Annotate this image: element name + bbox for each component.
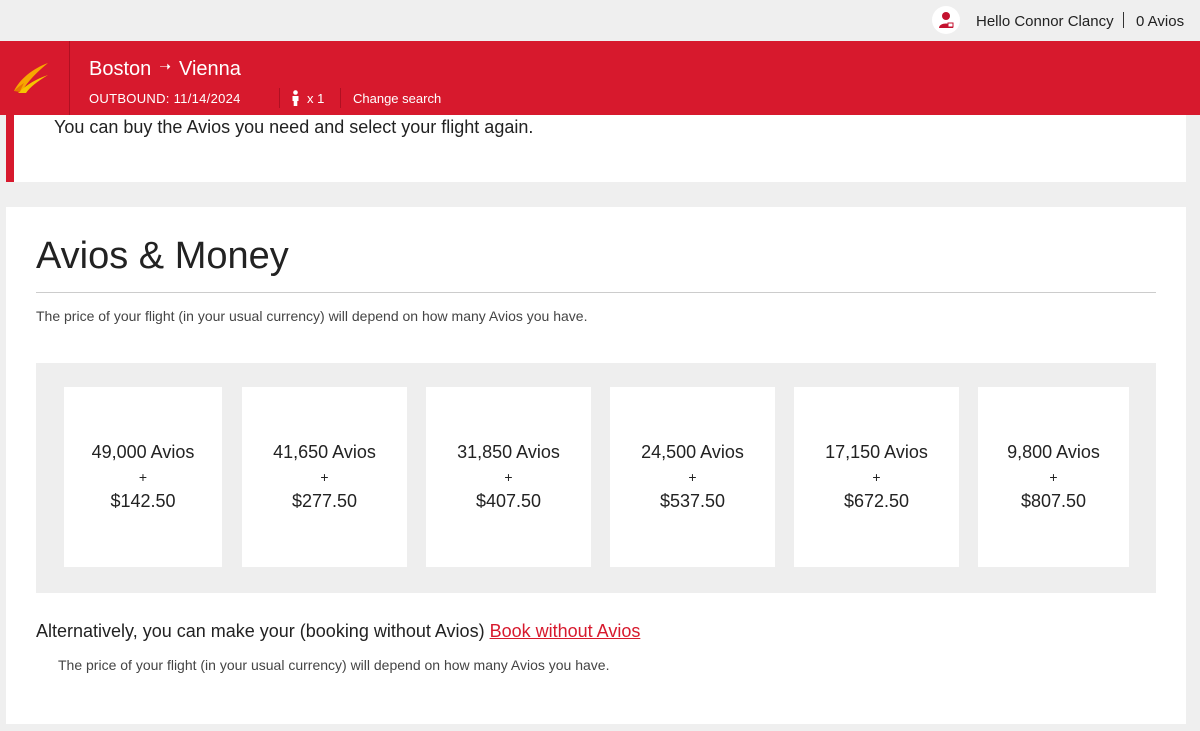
user-icon [939, 12, 954, 28]
price-option[interactable]: 49,000 Avios + $142.50 [64, 387, 222, 567]
price-options: 49,000 Avios + $142.50 41,650 Avios + $2… [36, 363, 1156, 593]
option-money: $277.50 [291, 491, 358, 511]
option-avios: 9,800 Avios [1007, 442, 1100, 462]
flight-header: Boston ➝ Vienna OUTBOUND: 11/14/2024 x 1… [0, 41, 1200, 115]
option-money: $537.50 [659, 491, 726, 511]
price-option[interactable]: 41,650 Avios + $277.50 [242, 387, 407, 567]
option-avios: 41,650 Avios [273, 442, 376, 462]
option-plus: + [688, 469, 697, 485]
route: Boston ➝ Vienna [89, 58, 241, 81]
avios-balance[interactable]: 0 Avios [1136, 13, 1184, 30]
book-without-avios-link[interactable]: Book without Avios [490, 621, 641, 641]
page-title: Avios & Money [36, 235, 289, 277]
user-avatar[interactable] [932, 6, 960, 34]
divider [36, 292, 1156, 293]
arrow-right-icon: ➝ [159, 58, 171, 74]
airline-logo-icon [14, 63, 48, 93]
alternative-text: Alternatively, you can make your (bookin… [36, 621, 485, 641]
option-avios: 49,000 Avios [91, 442, 195, 462]
origin-city: Boston [89, 58, 152, 80]
price-option[interactable]: 24,500 Avios + $537.50 [610, 387, 775, 567]
option-plus: + [872, 469, 881, 485]
option-avios: 17,150 Avios [825, 442, 928, 462]
alternative-booking: Alternatively, you can make your (bookin… [36, 621, 640, 642]
price-option[interactable]: 9,800 Avios + $807.50 [978, 387, 1129, 567]
price-option[interactable]: 31,850 Avios + $407.50 [426, 387, 591, 567]
info-message: You can buy the Avios you need and selec… [54, 117, 534, 137]
user-bar: Hello Connor Clancy 0 Avios [0, 0, 1200, 41]
person-icon [292, 90, 299, 106]
price-option[interactable]: 17,150 Avios + $672.50 [794, 387, 959, 567]
option-plus: + [504, 469, 513, 485]
option-money: $807.50 [1020, 491, 1087, 511]
subtitle: The price of your flight (in your usual … [36, 308, 588, 324]
outbound-date: OUTBOUND: 11/14/2024 [89, 91, 241, 106]
option-plus: + [138, 469, 148, 485]
option-plus: + [1049, 469, 1058, 485]
destination-city: Vienna [179, 58, 241, 80]
option-avios: 31,850 Avios [457, 442, 560, 462]
passenger-count-label: x 1 [307, 90, 325, 106]
option-plus: + [320, 469, 329, 485]
divider [1123, 12, 1124, 28]
option-money: $407.50 [475, 491, 542, 511]
option-money: $142.50 [110, 491, 176, 511]
option-money: $672.50 [843, 491, 910, 511]
option-avios: 24,500 Avios [641, 442, 744, 462]
alternative-subtext: The price of your flight (in your usual … [58, 657, 610, 673]
passenger-count: x 1 [291, 90, 324, 106]
user-greeting[interactable]: Hello Connor Clancy [976, 13, 1114, 30]
avios-money-card: Avios & Money The price of your flight (… [6, 207, 1186, 724]
logo[interactable] [0, 41, 70, 115]
divider [279, 88, 280, 108]
change-search-link[interactable]: Change search [353, 91, 441, 106]
divider [340, 88, 341, 108]
